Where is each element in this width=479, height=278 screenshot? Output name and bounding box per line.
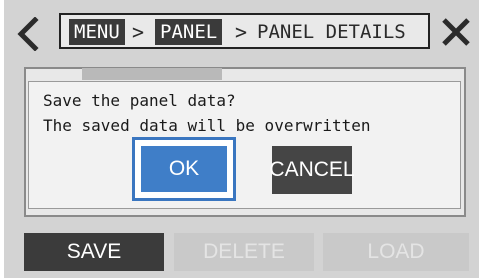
close-x-icon (442, 18, 470, 46)
dialog-warning: The saved data will be overwritten (43, 116, 371, 135)
dialog-question: Save the panel data? (43, 91, 236, 110)
device-screen: MENU > PANEL > PANEL DETAILS Save the pa… (4, 0, 479, 278)
load-button: LOAD (323, 233, 469, 271)
breadcrumb-separator: > (235, 20, 248, 44)
ok-button-focus-ring: OK (132, 137, 236, 201)
breadcrumb-item-panel[interactable]: PANEL (155, 19, 223, 45)
breadcrumb-separator: > (132, 20, 145, 44)
breadcrumb: MENU > PANEL > PANEL DETAILS (59, 13, 430, 49)
chevron-left-icon (17, 17, 39, 51)
delete-button: DELETE (174, 233, 314, 271)
save-confirm-dialog: Save the panel data? The saved data will… (28, 81, 461, 209)
close-button[interactable] (436, 12, 476, 52)
ok-button[interactable]: OK (141, 146, 227, 192)
back-button[interactable] (8, 14, 48, 54)
panel-tab-behind-dialog (82, 68, 222, 80)
breadcrumb-item-menu[interactable]: MENU (69, 19, 125, 45)
breadcrumb-item-panel-details: PANEL DETAILS (257, 21, 406, 43)
cancel-button[interactable]: CANCEL (269, 146, 355, 194)
save-button[interactable]: SAVE (24, 233, 164, 271)
